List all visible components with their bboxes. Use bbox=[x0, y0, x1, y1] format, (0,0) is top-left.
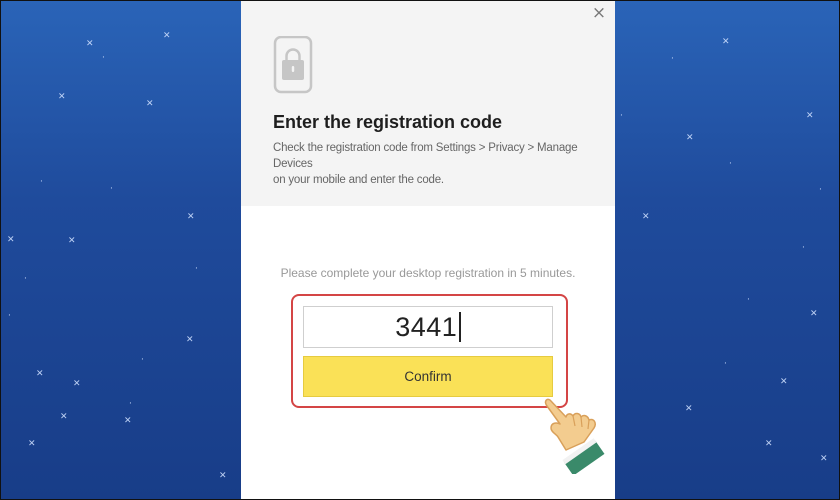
star: ✕ bbox=[780, 377, 788, 387]
star: · bbox=[195, 264, 198, 274]
background-left: ✕ ✕ · ✕ ✕ · · ✕ ✕ ✕ · · ✕ · ✕ ✕ · ✕ ✕ ✕ … bbox=[0, 0, 241, 500]
star: ✕ bbox=[820, 454, 828, 464]
star: ✕ bbox=[28, 439, 36, 449]
star: · bbox=[620, 111, 623, 121]
star: · bbox=[8, 311, 11, 321]
dialog-title: Enter the registration code bbox=[273, 112, 503, 132]
star: ✕ bbox=[722, 37, 730, 47]
star: ✕ bbox=[68, 236, 76, 246]
star: · bbox=[671, 54, 674, 64]
star: ✕ bbox=[58, 92, 66, 102]
star: ✕ bbox=[765, 439, 773, 449]
star: · bbox=[110, 184, 113, 194]
close-icon[interactable]: × bbox=[590, 3, 608, 23]
star: · bbox=[724, 359, 727, 369]
star: ✕ bbox=[642, 212, 650, 222]
star: · bbox=[802, 243, 805, 253]
hand-pointer-icon bbox=[544, 398, 605, 474]
background-right: ✕ · · ✕ ✕ · · ✕ · ✕ · · ✕ ✕ ✕ ✕ bbox=[615, 0, 840, 500]
code-value: 3441 bbox=[395, 311, 458, 342]
star: ✕ bbox=[86, 39, 94, 49]
time-limit-notice: Please complete your desktop registratio… bbox=[280, 266, 576, 280]
star: ✕ bbox=[124, 416, 132, 426]
star: ✕ bbox=[810, 309, 818, 319]
star: ✕ bbox=[806, 111, 814, 121]
dialog-header: × Enter the registration code Check the … bbox=[241, 0, 615, 206]
star: · bbox=[819, 185, 822, 195]
star: ✕ bbox=[163, 31, 171, 41]
star: ✕ bbox=[60, 412, 68, 422]
star: ✕ bbox=[73, 379, 81, 389]
star: ✕ bbox=[685, 404, 693, 414]
star: ✕ bbox=[146, 99, 154, 109]
confirm-button[interactable]: Confirm bbox=[303, 356, 553, 397]
star: ✕ bbox=[36, 369, 44, 379]
star: ✕ bbox=[187, 212, 195, 222]
star: · bbox=[24, 274, 27, 284]
star: · bbox=[747, 295, 750, 305]
description-line: on your mobile and enter the code. bbox=[273, 174, 444, 186]
star: ✕ bbox=[686, 133, 694, 143]
star: · bbox=[129, 399, 132, 409]
phone-lock-icon bbox=[273, 36, 313, 94]
star: ✕ bbox=[7, 235, 15, 245]
registration-code-input[interactable]: 3441 bbox=[303, 306, 553, 348]
dialog-description: Check the registration code from Setting… bbox=[273, 140, 583, 188]
star: ✕ bbox=[219, 471, 227, 481]
text-cursor bbox=[459, 312, 461, 342]
star: · bbox=[40, 177, 43, 187]
star: ✕ bbox=[186, 335, 194, 345]
description-line: Devices bbox=[273, 158, 313, 170]
star: · bbox=[102, 53, 105, 63]
star: · bbox=[141, 355, 144, 365]
description-line: Check the registration code from Setting… bbox=[273, 142, 578, 154]
star: · bbox=[729, 159, 732, 169]
